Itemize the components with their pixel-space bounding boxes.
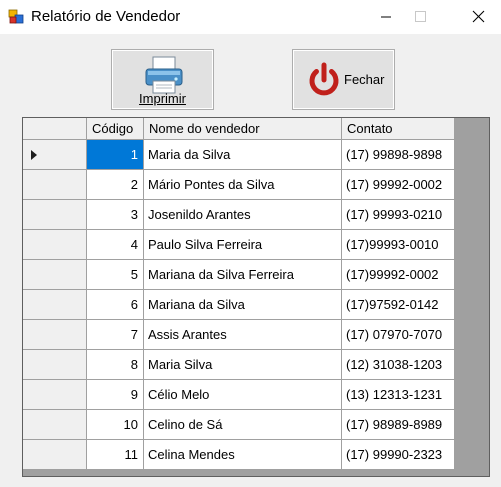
close-window-button[interactable]	[455, 0, 501, 34]
table-row[interactable]: 8 Maria Silva (12) 31038-1203	[23, 350, 455, 380]
grid-corner-header[interactable]	[23, 118, 87, 139]
table-row[interactable]: 11 Celina Mendes (17) 99990-2323	[23, 440, 455, 470]
row-header-cell[interactable]	[23, 410, 87, 439]
cell-contato[interactable]: (17) 99992-0002	[342, 170, 455, 199]
grid-rows: 1 Maria da Silva (17) 99898-9898 2 Mário Pon…	[23, 140, 455, 470]
cell-codigo[interactable]: 8	[87, 350, 144, 379]
cell-contato[interactable]: (17) 99990-2323	[342, 440, 455, 469]
cell-contato[interactable]: (17) 99993-0210	[342, 200, 455, 229]
cell-nome[interactable]: Paulo Silva Ferreira	[144, 230, 342, 259]
print-button-label: Imprimir	[139, 91, 186, 106]
cell-contato[interactable]: (17) 99898-9898	[342, 140, 455, 169]
power-icon	[309, 62, 339, 96]
grid-header-row: Código Nome do vendedor Contato	[23, 118, 455, 140]
row-header-cell[interactable]	[23, 290, 87, 319]
row-header-cell[interactable]	[23, 380, 87, 409]
cell-nome[interactable]: Celina Mendes	[144, 440, 342, 469]
cell-nome[interactable]: Mariana da Silva	[144, 290, 342, 319]
table-row[interactable]: 10 Celino de Sá (17) 98989-8989	[23, 410, 455, 440]
cell-nome[interactable]: Maria da Silva	[144, 140, 342, 169]
cell-nome[interactable]: Josenildo Arantes	[144, 200, 342, 229]
cell-codigo[interactable]: 10	[87, 410, 144, 439]
cell-contato[interactable]: (12) 31038-1203	[342, 350, 455, 379]
cell-codigo[interactable]: 9	[87, 380, 144, 409]
title-bar: Relatório de Vendedor	[0, 0, 501, 34]
row-header-cell[interactable]	[23, 170, 87, 199]
cell-codigo[interactable]: 5	[87, 260, 144, 289]
window-title: Relatório de Vendedor	[31, 8, 181, 25]
vendor-data-grid[interactable]: Código Nome do vendedor Contato 1 Maria d…	[22, 117, 490, 477]
cell-contato[interactable]: (17)97592-0142	[342, 290, 455, 319]
current-row-arrow-icon	[31, 150, 37, 160]
cell-codigo[interactable]: 11	[87, 440, 144, 469]
table-row[interactable]: 1 Maria da Silva (17) 99898-9898	[23, 140, 455, 170]
table-row[interactable]: 5 Mariana da Silva Ferreira (17)99992-0002	[23, 260, 455, 290]
app-form-icon	[8, 9, 24, 24]
grid-table: Código Nome do vendedor Contato 1 Maria d…	[23, 118, 455, 470]
row-header-cell[interactable]	[23, 440, 87, 469]
cell-codigo[interactable]: 4	[87, 230, 144, 259]
cell-codigo[interactable]: 2	[87, 170, 144, 199]
cell-nome[interactable]: Mário Pontes da Silva	[144, 170, 342, 199]
close-button-label: Fechar	[344, 72, 385, 87]
cell-contato[interactable]: (17) 98989-8989	[342, 410, 455, 439]
row-header-cell[interactable]	[23, 350, 87, 379]
printer-icon	[145, 56, 183, 94]
cell-contato[interactable]: (13) 12313-1231	[342, 380, 455, 409]
table-row[interactable]: 3 Josenildo Arantes (17) 99993-0210	[23, 200, 455, 230]
cell-nome[interactable]: Maria Silva	[144, 350, 342, 379]
table-row[interactable]: 9 Célio Melo (13) 12313-1231	[23, 380, 455, 410]
column-header-codigo[interactable]: Código	[87, 118, 144, 139]
cell-codigo[interactable]: 6	[87, 290, 144, 319]
maximize-button[interactable]	[397, 0, 443, 34]
table-row[interactable]: 4 Paulo Silva Ferreira (17)99993-0010	[23, 230, 455, 260]
cell-contato[interactable]: (17)99992-0002	[342, 260, 455, 289]
cell-codigo[interactable]: 3	[87, 200, 144, 229]
row-header-cell[interactable]	[23, 320, 87, 349]
table-row[interactable]: 7 Assis Arantes (17) 07970-7070	[23, 320, 455, 350]
cell-nome[interactable]: Celino de Sá	[144, 410, 342, 439]
form-client-area: Imprimir Fechar Código Nome do vendedor …	[0, 34, 501, 487]
cell-nome[interactable]: Assis Arantes	[144, 320, 342, 349]
row-header-cell[interactable]	[23, 200, 87, 229]
cell-nome[interactable]: Célio Melo	[144, 380, 342, 409]
table-row[interactable]: 2 Mário Pontes da Silva (17) 99992-0002	[23, 170, 455, 200]
cell-codigo[interactable]: 1	[87, 140, 144, 169]
cell-contato[interactable]: (17) 07970-7070	[342, 320, 455, 349]
print-button[interactable]: Imprimir	[111, 49, 214, 110]
cell-nome[interactable]: Mariana da Silva Ferreira	[144, 260, 342, 289]
row-header-cell[interactable]	[23, 230, 87, 259]
close-button[interactable]: Fechar	[292, 49, 395, 110]
column-header-nome[interactable]: Nome do vendedor	[144, 118, 342, 139]
row-header-cell[interactable]	[23, 260, 87, 289]
table-row[interactable]: 6 Mariana da Silva (17)97592-0142	[23, 290, 455, 320]
cell-codigo[interactable]: 7	[87, 320, 144, 349]
row-header-cell[interactable]	[23, 140, 87, 169]
column-header-contato[interactable]: Contato	[342, 118, 455, 139]
cell-contato[interactable]: (17)99993-0010	[342, 230, 455, 259]
